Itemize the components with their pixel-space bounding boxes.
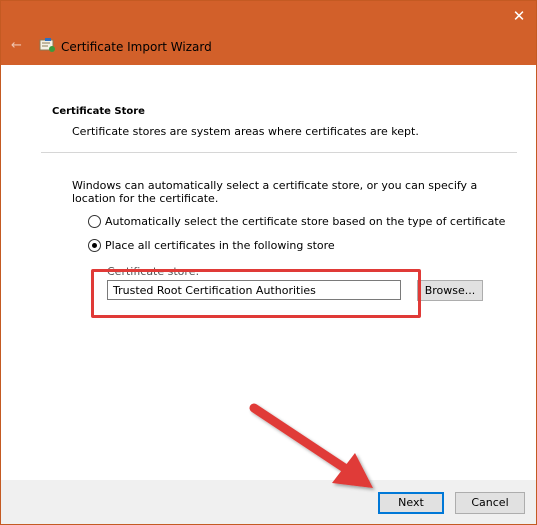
section-description: Certificate stores are system areas wher… bbox=[72, 125, 419, 138]
annotation-highlight-box bbox=[91, 269, 421, 318]
back-arrow-icon[interactable]: ← bbox=[11, 39, 25, 53]
divider bbox=[41, 152, 517, 153]
intro-text: Windows can automatically select a certi… bbox=[72, 179, 478, 205]
radio-button[interactable] bbox=[88, 215, 101, 228]
radio-button[interactable] bbox=[88, 239, 101, 252]
radio-auto-select[interactable]: Automatically select the certificate sto… bbox=[88, 215, 505, 228]
certificate-import-wizard-window: ✕ ← Certificate Import Wizard Certificat… bbox=[0, 0, 537, 525]
close-icon[interactable]: ✕ bbox=[510, 7, 528, 25]
next-button[interactable]: Next bbox=[378, 492, 444, 514]
radio-label: Place all certificates in the following … bbox=[105, 239, 335, 252]
section-title: Certificate Store bbox=[52, 106, 145, 117]
radio-place-in-store[interactable]: Place all certificates in the following … bbox=[88, 239, 335, 252]
cancel-button[interactable]: Cancel bbox=[455, 492, 525, 514]
certificate-icon bbox=[39, 38, 55, 52]
window-title: Certificate Import Wizard bbox=[61, 40, 212, 54]
title-bar: ✕ ← Certificate Import Wizard bbox=[1, 1, 536, 65]
radio-label: Automatically select the certificate sto… bbox=[105, 215, 506, 228]
annotation-arrow bbox=[249, 403, 373, 488]
browse-button[interactable]: Browse... bbox=[417, 280, 483, 301]
